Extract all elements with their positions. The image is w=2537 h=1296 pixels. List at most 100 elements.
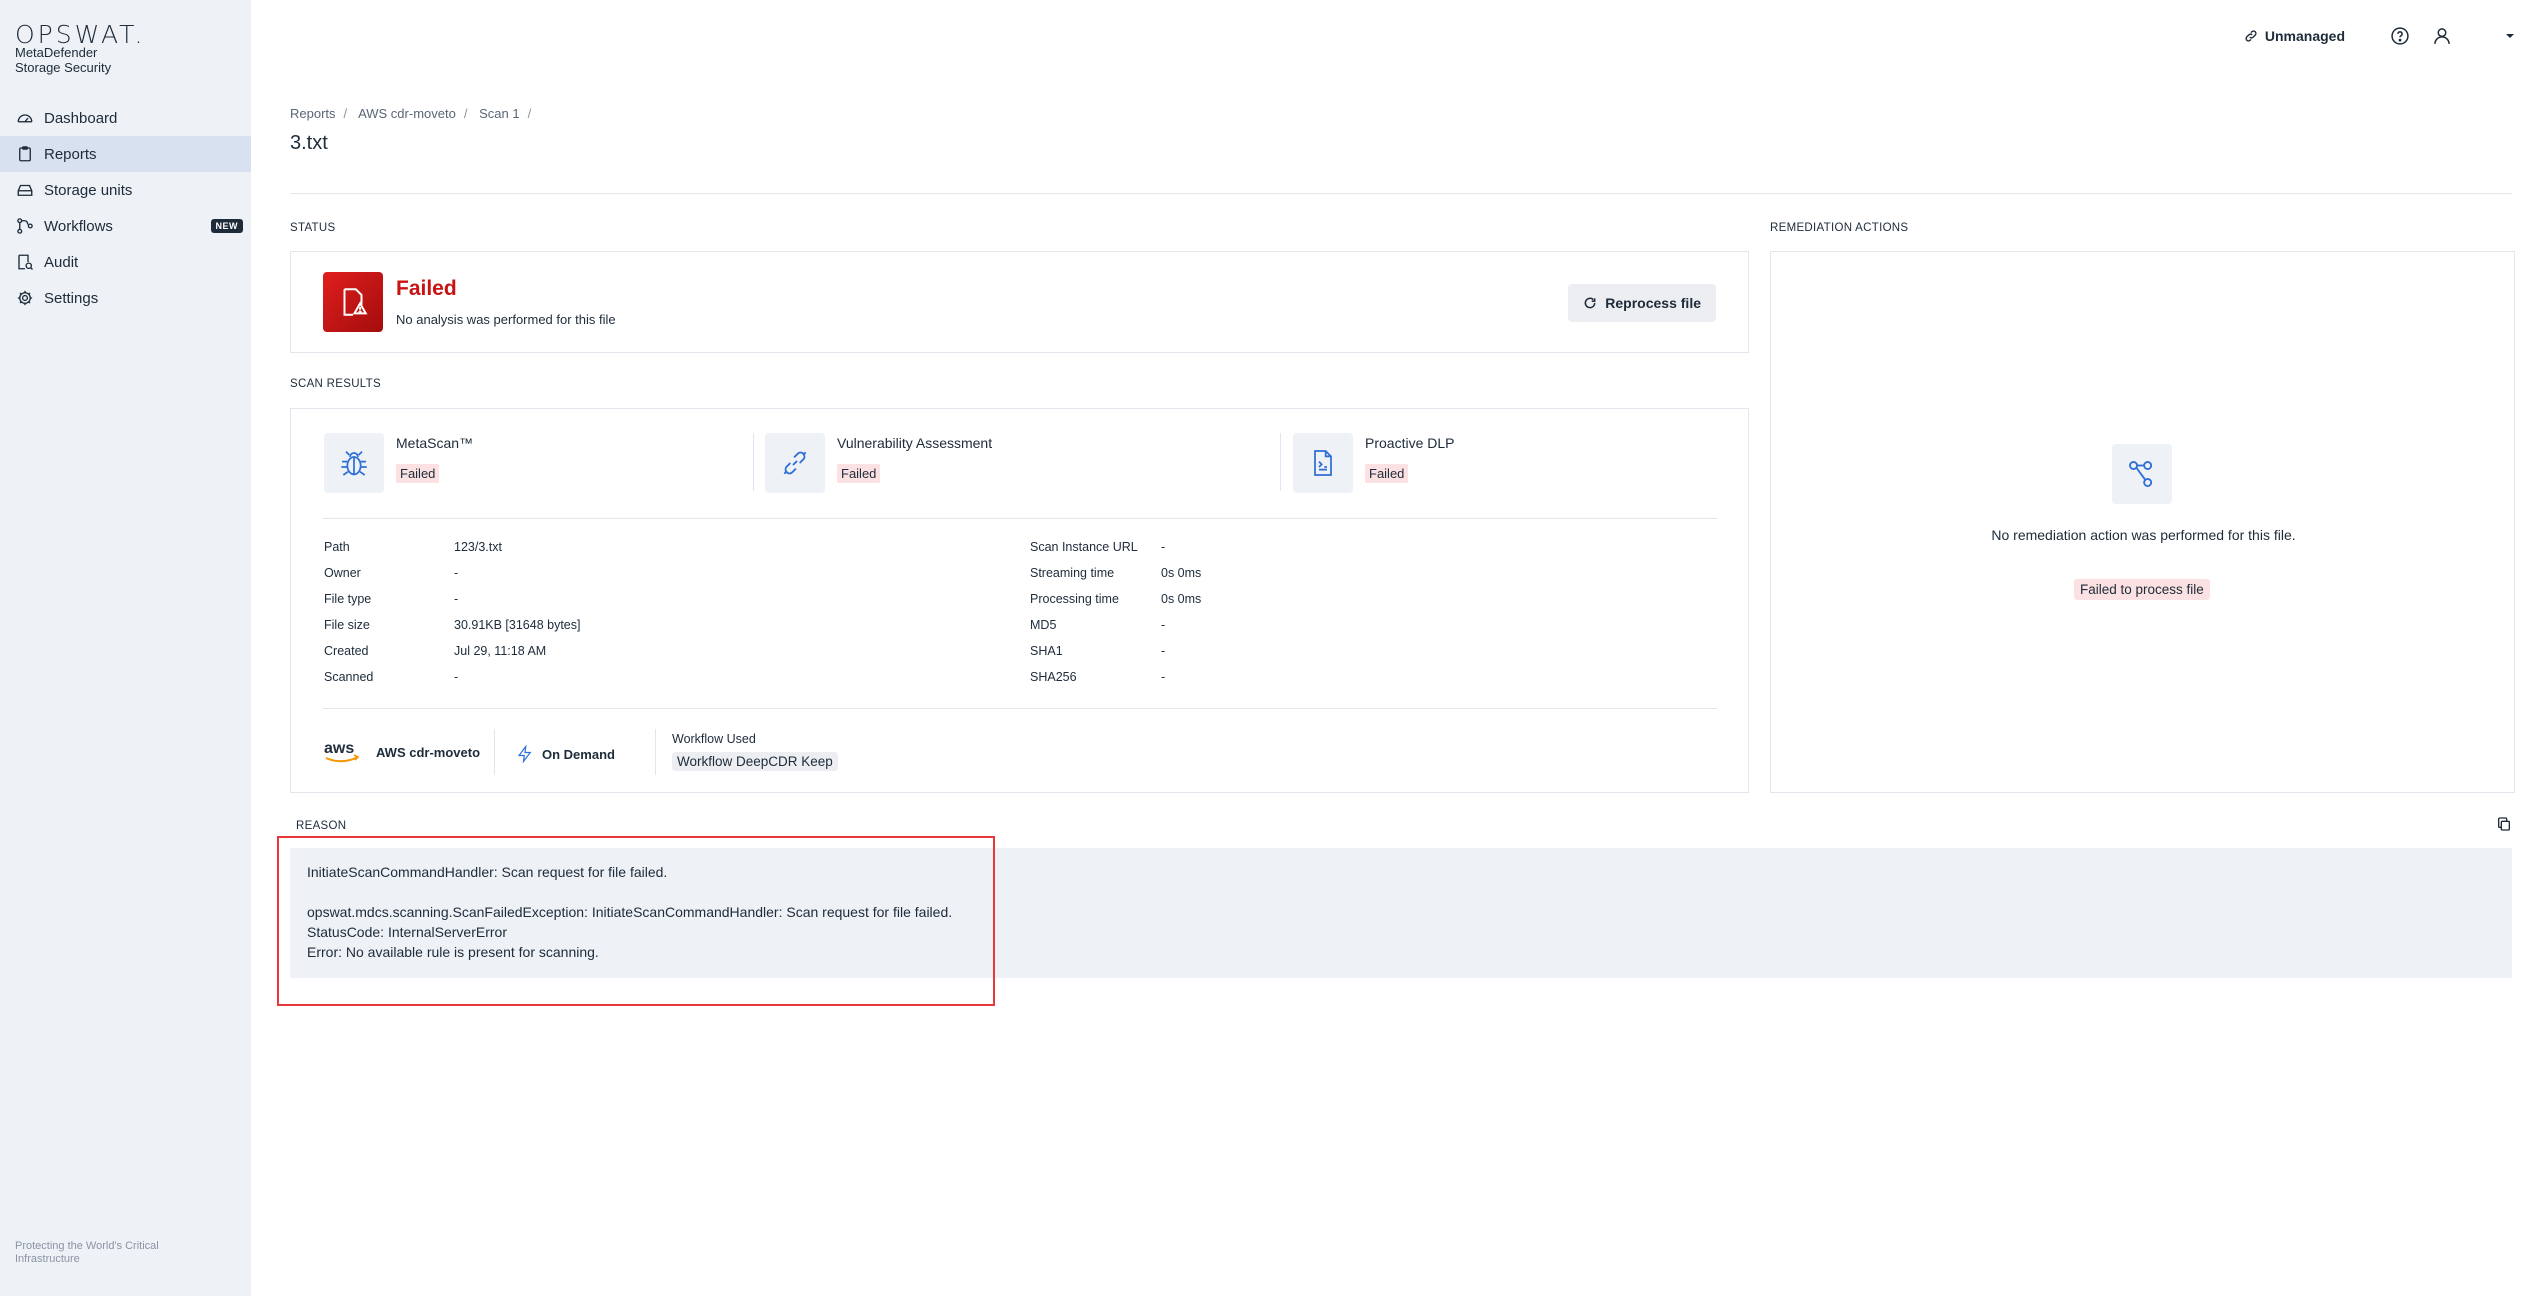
breadcrumb-separator: / [463, 106, 468, 121]
remediation-card: No remediation action was performed for … [1770, 251, 2515, 793]
refresh-icon [1584, 297, 1596, 309]
status-card: Failed No analysis was performed for thi… [290, 251, 1749, 353]
detail-row: SHA256 - [1030, 670, 1630, 696]
detail-row: SHA1 - [1030, 644, 1630, 670]
divider [290, 193, 2512, 194]
svg-text:aws: aws [324, 740, 354, 757]
detail-value: 123/3.txt [454, 540, 502, 554]
link-icon [765, 433, 825, 493]
detail-value: - [454, 670, 459, 684]
detail-row: Created Jul 29, 11:18 AM [324, 644, 924, 670]
sidebar-item-label: Workflows [44, 217, 113, 235]
status-title: Failed [396, 277, 457, 300]
detail-row: MD5 - [1030, 618, 1630, 644]
sidebar-item-reports[interactable]: Reports [0, 136, 251, 172]
detail-key: Owner [324, 566, 361, 580]
engine-name: Proactive DLP [1365, 435, 1455, 451]
detail-key: Processing time [1030, 592, 1119, 606]
reason-section-label: REASON [296, 820, 347, 832]
sidebar-footer: Protecting the World's Critical Infrastr… [15, 1240, 159, 1265]
detail-key: SHA256 [1030, 670, 1077, 684]
product-name: MetaDefender Storage Security [15, 45, 111, 75]
aws-logo-icon: aws [324, 740, 360, 763]
divider [1280, 433, 1281, 491]
detail-value: 30.91KB [31648 bytes] [454, 618, 581, 632]
detail-row: Owner - [324, 566, 924, 592]
status-section-label: STATUS [290, 222, 336, 234]
chevron-down-icon[interactable] [2505, 31, 2515, 41]
scan-type-label: On Demand [542, 746, 615, 762]
unmanaged-label: Unmanaged [2264, 28, 2345, 44]
product-line-1: MetaDefender [15, 45, 98, 60]
sidebar: OPSWAT. MetaDefender Storage Security Da… [0, 0, 251, 1296]
divider [753, 433, 754, 491]
product-line-2: Storage Security [15, 60, 112, 75]
file-details-left: Path 123/3.txt Owner - File type - File siz… [324, 540, 924, 696]
document-icon [1293, 433, 1353, 493]
detail-value: - [1161, 644, 1166, 658]
sidebar-item-label: Reports [44, 145, 97, 163]
breadcrumb-separator: / [343, 106, 348, 121]
user-icon[interactable] [2431, 25, 2453, 47]
breadcrumb-item-reports[interactable]: Reports [290, 106, 336, 121]
sidebar-nav: Dashboard Reports Storage units Workflow… [0, 100, 251, 316]
divider [323, 708, 1717, 709]
lightning-icon [517, 744, 532, 764]
sidebar-item-dashboard[interactable]: Dashboard [0, 100, 251, 136]
detail-key: Created [324, 644, 369, 658]
top-bar: Unmanaged [2244, 22, 2537, 50]
status-badge: Failed [1365, 464, 1409, 483]
audit-icon [16, 253, 34, 271]
detail-value: 0s 0ms [1161, 566, 1202, 580]
status-badge: Failed [837, 464, 881, 483]
scan-results-section-label: SCAN RESULTS [290, 378, 381, 390]
breadcrumb-item-storage[interactable]: AWS cdr-moveto [358, 106, 456, 121]
detail-value: - [1161, 618, 1166, 632]
sidebar-item-audit[interactable]: Audit [0, 244, 251, 280]
reprocess-button[interactable]: Reprocess file [1568, 284, 1716, 322]
storage-icon [16, 181, 34, 199]
sidebar-item-storage-units[interactable]: Storage units [0, 172, 251, 208]
detail-key: Scan Instance URL [1030, 540, 1138, 554]
breadcrumb: Reports / AWS cdr-moveto / Scan 1 / [290, 106, 539, 121]
sidebar-item-label: Audit [44, 253, 79, 271]
storage-unit[interactable]: aws AWS cdr-moveto [324, 739, 480, 765]
unmanaged-link[interactable]: Unmanaged [2244, 28, 2345, 44]
reprocess-label: Reprocess file [1605, 295, 1701, 311]
detail-key: Streaming time [1030, 566, 1115, 580]
sidebar-item-label: Dashboard [44, 109, 118, 127]
divider [494, 729, 495, 775]
page-title: 3.txt [290, 132, 328, 154]
detail-value: - [1161, 540, 1166, 554]
detail-row: Scanned - [324, 670, 924, 696]
link-icon [2245, 30, 2257, 42]
branch-icon [2112, 444, 2172, 504]
detail-key: Scanned [324, 670, 374, 684]
workflow-chip[interactable]: Workflow DeepCDR Keep [672, 752, 838, 771]
copy-icon[interactable] [2496, 816, 2512, 832]
detail-row: Scan Instance URL - [1030, 540, 1630, 566]
detail-key: SHA1 [1030, 644, 1063, 658]
annotation-highlight-box [277, 836, 995, 1006]
detail-key: Path [324, 540, 350, 554]
new-badge: NEW [210, 219, 243, 233]
engine-name: MetaScan™ [396, 435, 474, 451]
status-description: No analysis was performed for this file [396, 312, 616, 327]
gear-icon [16, 289, 34, 307]
file-details-right: Scan Instance URL - Streaming time 0s 0ms … [1030, 540, 1630, 696]
sidebar-item-settings[interactable]: Settings [0, 280, 251, 316]
detail-key: File type [324, 592, 372, 606]
sidebar-item-workflows[interactable]: Workflows NEW [0, 208, 251, 244]
detail-value: - [454, 592, 459, 606]
dashboard-icon [16, 109, 34, 127]
detail-value: Jul 29, 11:18 AM [454, 644, 547, 658]
detail-value: - [1161, 670, 1166, 684]
remediation-section-label: REMEDIATION ACTIONS [1770, 222, 1909, 234]
divider [655, 729, 656, 775]
breadcrumb-item-scan[interactable]: Scan 1 [479, 106, 519, 121]
status-badge: Failed to process file [2074, 579, 2210, 600]
help-icon[interactable] [2389, 25, 2411, 47]
detail-row: File size 30.91KB [31648 bytes] [324, 618, 924, 644]
breadcrumb-separator: / [527, 106, 532, 121]
clipboard-icon [16, 145, 34, 163]
